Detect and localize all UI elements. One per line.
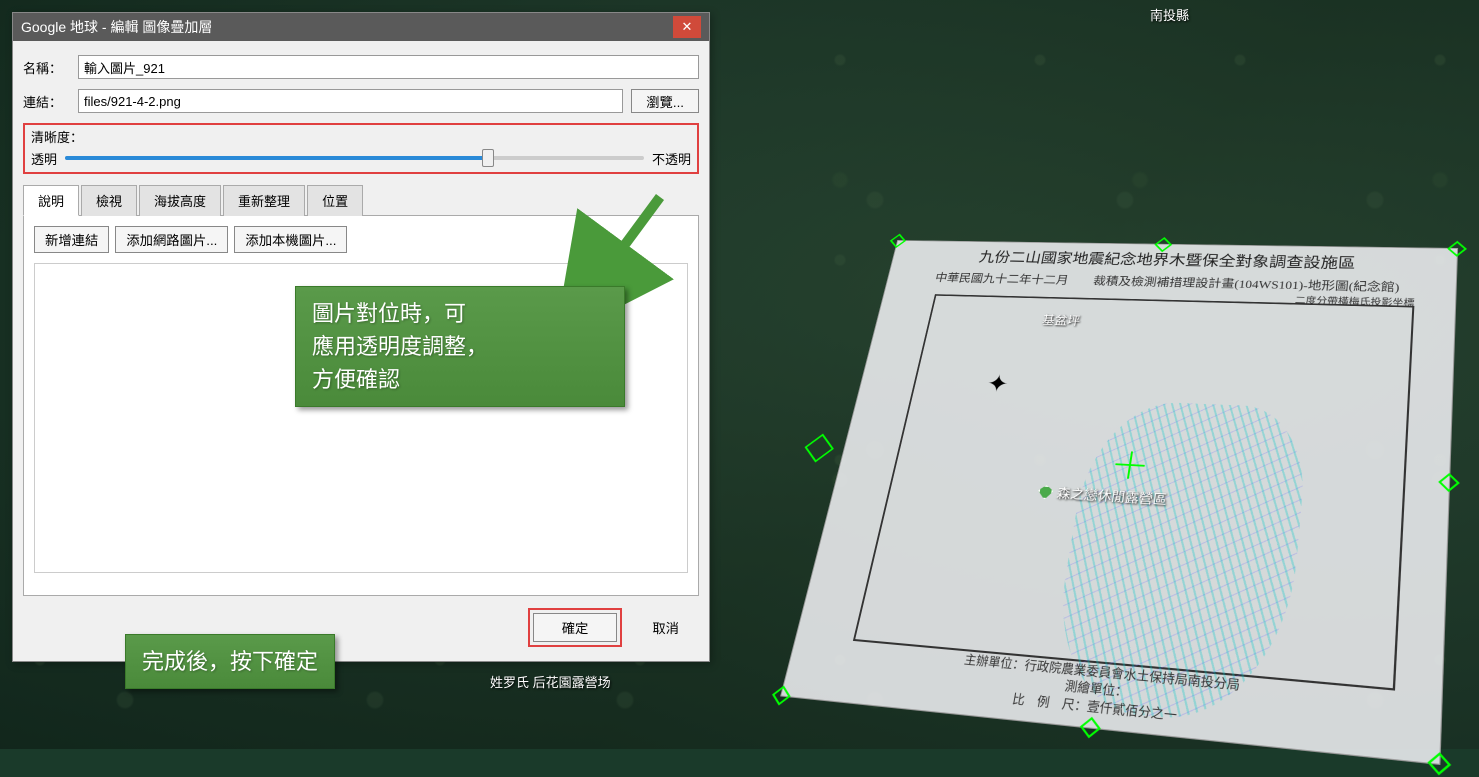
placemark-pin-icon [1037,485,1055,501]
placemark-basin-label: 基盆坪 [1041,312,1082,329]
overlay-center-cross-icon[interactable] [1113,451,1146,480]
opacity-slider[interactable] [65,148,644,168]
dialog-title: Google 地球 - 編輯 圖像疊加層 [21,17,673,37]
close-button[interactable]: ✕ [673,16,701,38]
slider-fill [65,156,488,160]
callout-line3: 方便確認 [312,363,608,396]
link-label: 連結： [23,92,78,111]
callout-ok-tip: 完成後，按下確定 [125,634,335,689]
compass-icon: ✦ [984,370,1011,398]
close-icon: ✕ [682,19,693,35]
clarity-label: 清晰度： [31,127,691,146]
opacity-block-highlight: 清晰度： 透明 不透明 [23,123,699,174]
name-input[interactable] [78,55,699,79]
bg-label-top: 南投縣 [1150,5,1189,24]
tab-altitude[interactable]: 海拔高度 [139,185,221,216]
callout-opacity-tip: 圖片對位時，可 應用透明度調整， 方便確認 [295,286,625,407]
add-web-image-button[interactable]: 添加網路圖片... [115,226,228,253]
tab-description[interactable]: 說明 [23,185,79,216]
dialog-titlebar[interactable]: Google 地球 - 編輯 圖像疊加層 ✕ [13,13,709,41]
add-local-image-button[interactable]: 添加本機圖片... [234,226,347,253]
name-label: 名稱： [23,58,78,77]
link-input[interactable] [78,89,623,113]
add-link-button[interactable]: 新增連結 [34,226,109,253]
callout-line2: 應用透明度調整， [312,330,608,363]
slider-thumb[interactable] [482,149,494,167]
browse-button[interactable]: 瀏覽... [631,89,699,113]
ok-button[interactable]: 確定 [533,613,618,642]
tab-location[interactable]: 位置 [307,185,363,216]
ok-button-highlight: 確定 [528,608,623,647]
callout-line1: 圖片對位時，可 [312,297,608,330]
opaque-label: 不透明 [652,149,691,168]
cancel-button[interactable]: 取消 [642,614,689,641]
tab-view[interactable]: 檢視 [81,185,137,216]
transparent-label: 透明 [31,149,57,168]
image-overlay-preview[interactable]: 九份二山國家地震紀念地界木暨保全對象調查設施區 中華民國九十二年十二月 裁積及檢… [780,240,1458,765]
bg-label-bottom: 姓罗氏 后花園露營场 [490,672,611,691]
placemark-basin[interactable]: 基盆坪 [1041,312,1082,329]
tab-refresh[interactable]: 重新整理 [223,185,305,216]
